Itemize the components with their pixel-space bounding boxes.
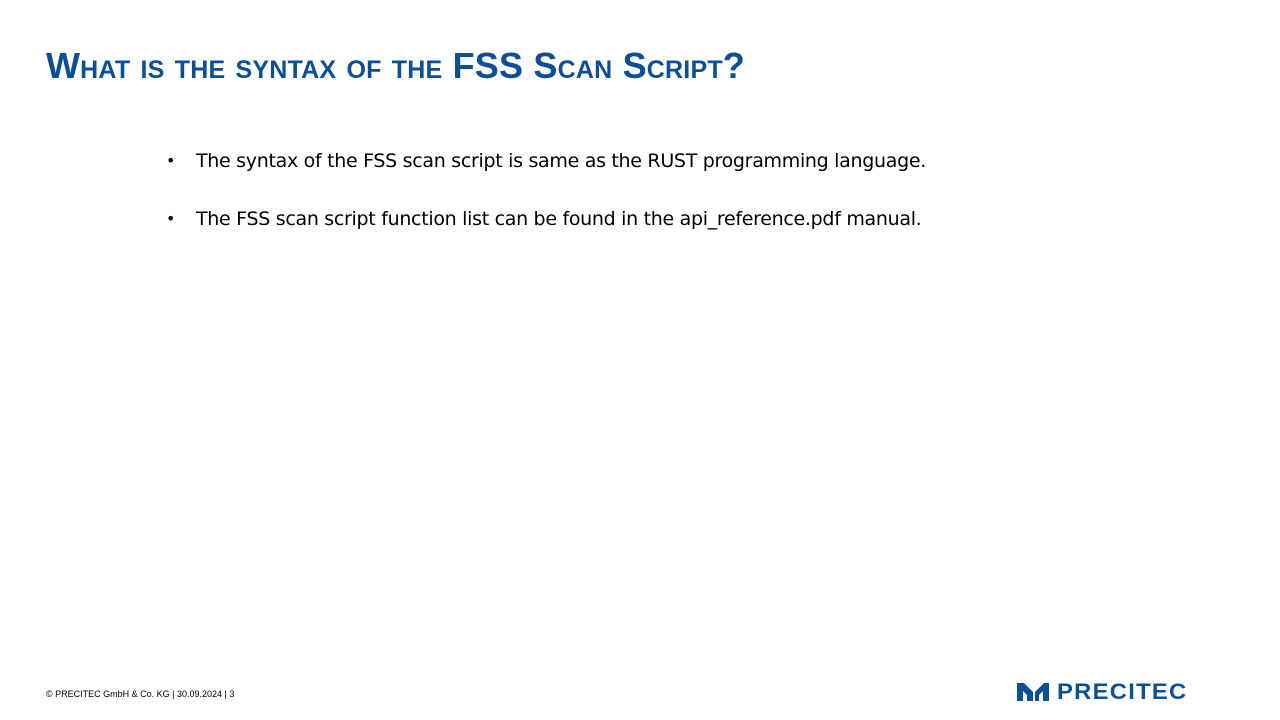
bullet-icon: • [166,209,176,228]
company-logo: PRECITEC [1017,681,1186,703]
bullet-item: • The FSS scan script function list can … [164,204,926,234]
bullet-list: • The syntax of the FSS scan script is s… [164,146,926,262]
logo-wordmark: PRECITEC [1057,679,1188,704]
slide: What is the syntax of the FSS Scan Scrip… [0,0,1280,720]
bullet-item: • The syntax of the FSS scan script is s… [164,146,926,176]
precitec-logo-mark-icon [1017,683,1049,701]
bullet-text: The FSS scan script function list can be… [196,208,922,230]
footer-copyright: © PRECITEC GmbH & Co. KG | 30.09.2024 | … [46,689,235,699]
bullet-text: The syntax of the FSS scan script is sam… [196,150,926,172]
slide-title: What is the syntax of the FSS Scan Scrip… [46,45,745,86]
bullet-icon: • [166,151,176,170]
